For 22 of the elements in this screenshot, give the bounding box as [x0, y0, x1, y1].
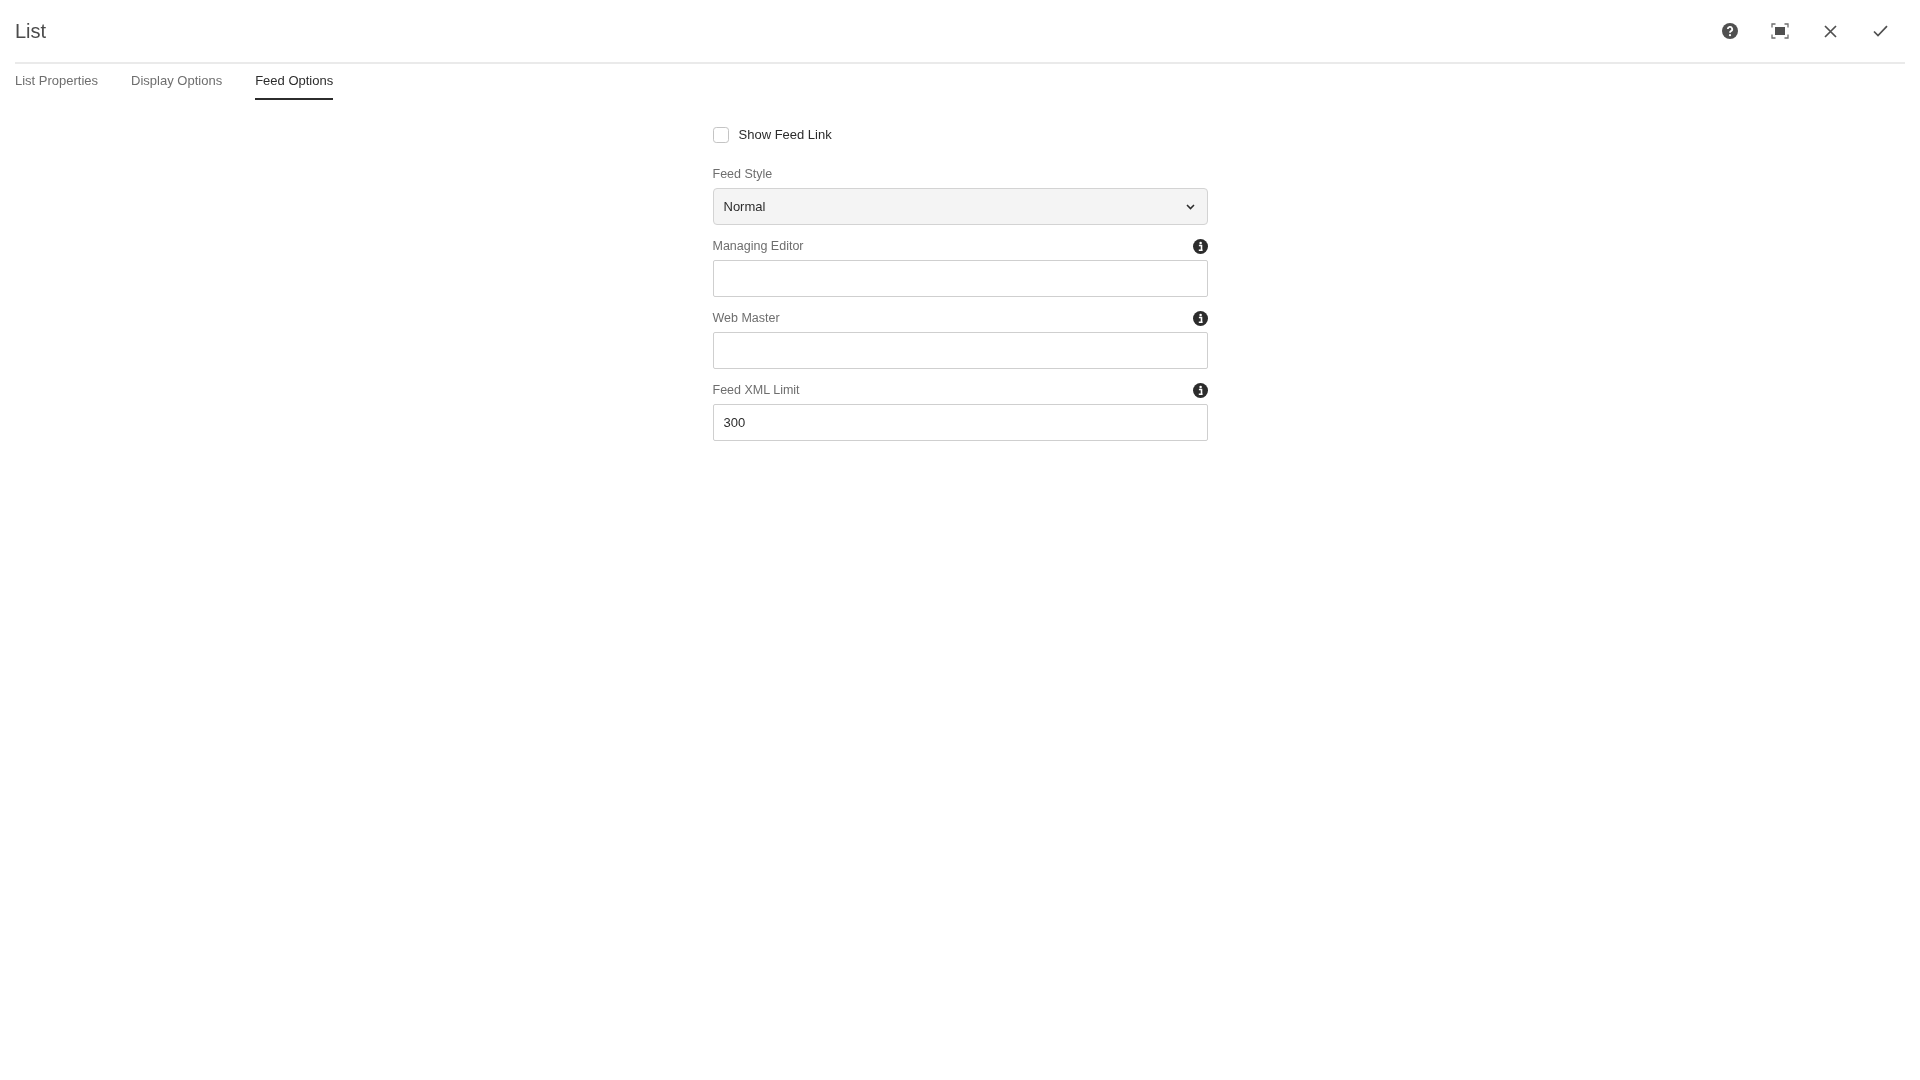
close-icon	[1823, 24, 1837, 38]
checkbox-label: Show Feed Link	[738, 126, 832, 145]
info-icon[interactable]	[1192, 383, 1208, 398]
tab[interactable]: List Properties	[15, 64, 99, 100]
tab[interactable]: Display Options	[131, 64, 223, 100]
info-icon[interactable]	[1192, 311, 1208, 326]
dialog-title: List	[15, 19, 47, 43]
chevron-icon	[1185, 203, 1195, 210]
text-field[interactable]: 300	[712, 404, 1208, 441]
tab[interactable]: Feed Options	[255, 64, 334, 100]
help-icon	[1722, 23, 1738, 39]
text-field[interactable]	[712, 260, 1208, 297]
checkbox[interactable]	[712, 127, 729, 143]
info-icon[interactable]	[1192, 239, 1208, 254]
field-label: Feed XML Limit	[712, 382, 800, 400]
field-label: Feed Style	[712, 166, 773, 184]
check-icon	[1872, 25, 1888, 37]
field-label: Managing Editor	[712, 238, 804, 256]
fullscreen-icon	[1771, 23, 1789, 39]
dropdown[interactable]: Normal	[712, 188, 1208, 225]
field-label: Web Master	[712, 310, 780, 328]
text-field[interactable]	[712, 332, 1208, 369]
